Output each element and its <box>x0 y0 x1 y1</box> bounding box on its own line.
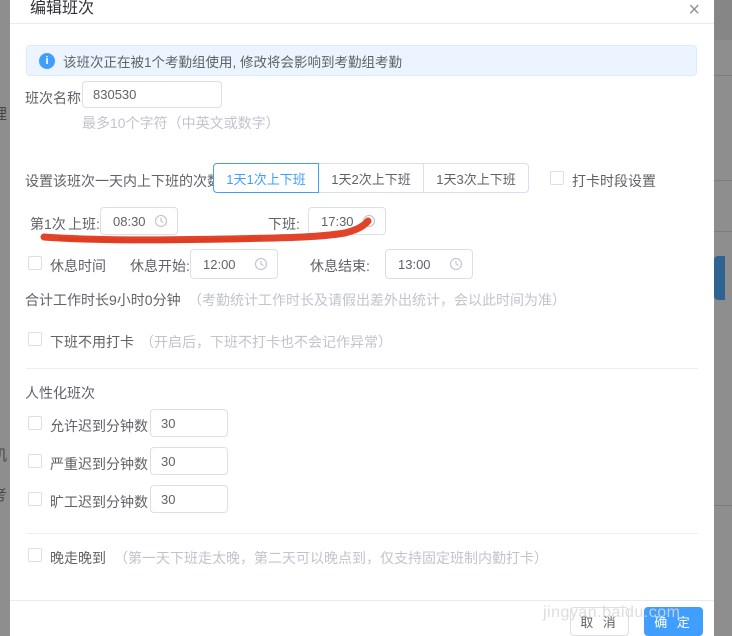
background-text-fragment: 理 <box>0 107 7 122</box>
clock-out-label: 下班: <box>268 214 300 234</box>
banner-text: 该班次正在被1个考勤组使用, 修改将会影响到考勤组考勤 <box>63 51 402 71</box>
punch-period-label: 打卡时段设置 <box>572 171 656 191</box>
clock-out-time-value: 17:30 <box>321 214 354 229</box>
absent-late-minutes-input[interactable] <box>150 485 228 513</box>
dialog-title: 编辑班次 <box>30 0 94 18</box>
clock-out-time-input[interactable]: 17:30 <box>308 207 386 235</box>
clock-in-label: 上班: <box>68 214 100 234</box>
background-text-fragment: 机 <box>0 448 7 463</box>
no-punch-off-checkbox[interactable] <box>28 332 42 346</box>
edit-shift-dialog: 编辑班次 × i 该班次正在被1个考勤组使用, 修改将会影响到考勤组考勤 班次名… <box>10 0 714 636</box>
serious-late-checkbox[interactable] <box>28 454 42 468</box>
clock-icon <box>449 257 463 271</box>
clock-in-time-value: 08:30 <box>113 214 146 229</box>
shift-index-label: 第1次 <box>30 214 66 234</box>
times-section-label: 设置该班次一天内上下班的次数 <box>25 171 221 191</box>
tab-two-shifts[interactable]: 1天2次上下班 <box>318 163 424 193</box>
background-row-line <box>714 75 732 76</box>
cancel-button[interactable]: 取 消 <box>570 607 629 636</box>
confirm-button[interactable]: 确 定 <box>644 607 703 636</box>
rest-end-label: 休息结束: <box>310 256 370 276</box>
divider <box>26 533 698 534</box>
rest-end-time-input[interactable]: 13:00 <box>385 249 473 279</box>
shift-name-label: 班次名称 <box>25 88 81 108</box>
no-punch-off-label: 下班不用打卡 <box>50 332 134 352</box>
times-tab-group: 1天1次上下班 1天2次上下班 1天3次上下班 <box>213 163 529 193</box>
dimmed-background-right <box>714 0 732 636</box>
header-divider <box>10 23 714 24</box>
rest-end-value: 13:00 <box>398 257 431 272</box>
background-text-fragment: 考 <box>0 488 7 503</box>
usage-warning-banner: i 该班次正在被1个考勤组使用, 修改将会影响到考勤组考勤 <box>26 45 697 76</box>
screen: 理 机 考 编辑班次 × i 该班次正在被1个考勤组使用, 修改将会影响到考勤组… <box>0 0 732 636</box>
rest-time-checkbox[interactable] <box>28 256 42 270</box>
rest-start-time-input[interactable]: 12:00 <box>190 249 278 279</box>
background-table-fragment <box>714 256 725 300</box>
absent-late-label: 旷工迟到分钟数 <box>50 492 148 512</box>
allow-late-checkbox[interactable] <box>28 416 42 430</box>
rest-start-label: 休息开始: <box>130 256 190 276</box>
clock-icon <box>362 214 376 228</box>
dimmed-background-left: 理 机 考 <box>0 0 10 636</box>
late-leave-label: 晚走晚到 <box>50 548 106 568</box>
tab-three-shifts[interactable]: 1天3次上下班 <box>423 163 529 193</box>
divider <box>26 368 698 369</box>
background-row-line <box>714 505 732 506</box>
clock-in-time-input[interactable]: 08:30 <box>100 207 178 235</box>
rest-start-value: 12:00 <box>203 257 236 272</box>
work-duration-note: （考勤统计工作时长及请假出差外出统计，会以此时间为准） <box>188 290 566 310</box>
background-band <box>714 0 732 40</box>
footer-divider <box>10 600 714 601</box>
shift-name-hint: 最多10个字符（中英文或数字） <box>82 113 280 133</box>
late-leave-checkbox[interactable] <box>28 548 42 562</box>
humanized-section-title: 人性化班次 <box>25 383 95 403</box>
serious-late-label: 严重迟到分钟数 <box>50 454 148 474</box>
serious-late-minutes-input[interactable] <box>150 447 228 475</box>
no-punch-off-note: （开启后，下班不打卡也不会记作异常） <box>140 332 392 352</box>
clock-icon <box>254 257 268 271</box>
work-duration-text: 合计工作时长9小时0分钟 <box>25 290 181 310</box>
allow-late-minutes-input[interactable] <box>150 409 228 437</box>
background-row-line <box>714 180 732 181</box>
allow-late-label: 允许迟到分钟数 <box>50 416 148 436</box>
clock-icon <box>154 214 168 228</box>
close-icon[interactable]: × <box>688 0 700 20</box>
tab-one-shift[interactable]: 1天1次上下班 <box>213 163 319 193</box>
late-leave-note: （第一天下班走太晚，第二天可以晚点到，仅支持固定班制内勤打卡） <box>114 548 548 568</box>
background-row-line <box>714 231 732 232</box>
rest-time-label: 休息时间 <box>50 256 106 276</box>
shift-name-input[interactable] <box>82 81 222 108</box>
punch-period-checkbox[interactable] <box>550 171 564 185</box>
absent-late-checkbox[interactable] <box>28 492 42 506</box>
info-icon: i <box>39 53 55 69</box>
